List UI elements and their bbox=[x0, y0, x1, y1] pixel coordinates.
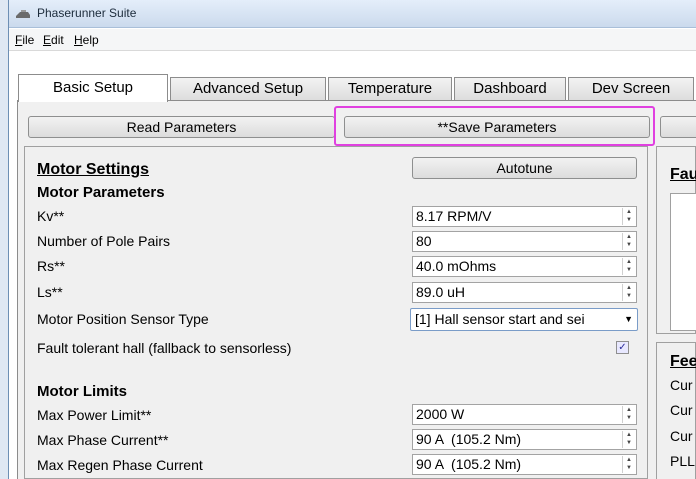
feedback-row: Cur bbox=[670, 377, 693, 393]
kv-label: Kv** bbox=[37, 208, 65, 224]
fault-list[interactable] bbox=[670, 193, 696, 331]
max-phase-field[interactable]: 90 A (105.2 Nm) ▲ ▼ bbox=[412, 429, 637, 450]
max-regen-field[interactable]: 90 A (105.2 Nm) ▲ ▼ bbox=[412, 454, 637, 475]
feedback-row: Cur bbox=[670, 402, 693, 418]
autotune-button[interactable]: Autotune bbox=[412, 157, 637, 179]
ls-spinner-icon[interactable]: ▲ ▼ bbox=[622, 284, 635, 301]
tab-advanced-setup[interactable]: Advanced Setup bbox=[170, 77, 326, 101]
menu-help[interactable]: Help bbox=[74, 33, 99, 47]
max-phase-value: 90 A (105.2 Nm) bbox=[416, 431, 522, 447]
rs-field[interactable]: 40.0 mOhms ▲ ▼ bbox=[412, 256, 637, 277]
title-bar: Phaserunner Suite bbox=[9, 0, 696, 28]
pole-pairs-value: 80 bbox=[416, 233, 432, 249]
fault-heading: Fau bbox=[670, 166, 696, 183]
kv-spinner-icon[interactable]: ▲ ▼ bbox=[622, 208, 635, 225]
max-power-spinner-icon[interactable]: ▲ ▼ bbox=[622, 406, 635, 423]
kv-field[interactable]: 8.17 RPM/V ▲ ▼ bbox=[412, 206, 637, 227]
window-title: Phaserunner Suite bbox=[37, 6, 137, 20]
pole-pairs-label: Number of Pole Pairs bbox=[37, 233, 171, 249]
menu-file[interactable]: File bbox=[15, 33, 34, 47]
motor-parameters-heading: Motor Parameters bbox=[37, 184, 165, 201]
pole-pairs-field[interactable]: 80 ▲ ▼ bbox=[412, 231, 637, 252]
tab-dev-screen[interactable]: Dev Screen bbox=[568, 77, 694, 101]
save-button-highlight bbox=[334, 106, 655, 146]
ls-label: Ls** bbox=[37, 284, 63, 300]
app-icon bbox=[16, 10, 30, 18]
max-power-value: 2000 W bbox=[416, 406, 465, 422]
motor-settings-heading: Motor Settings bbox=[37, 161, 149, 178]
max-regen-value: 90 A (105.2 Nm) bbox=[416, 456, 522, 472]
max-regen-spinner-icon[interactable]: ▲ ▼ bbox=[622, 456, 635, 473]
rs-label: Rs** bbox=[37, 258, 66, 274]
pole-pairs-spinner-icon[interactable]: ▲ ▼ bbox=[622, 233, 635, 250]
fault-tolerant-checkbox[interactable]: ✓ bbox=[616, 341, 629, 354]
sensor-type-label: Motor Position Sensor Type bbox=[37, 311, 209, 327]
read-parameters-button[interactable]: Read Parameters bbox=[28, 116, 335, 138]
menu-edit[interactable]: Edit bbox=[43, 33, 64, 47]
fault-tolerant-label: Fault tolerant hall (fallback to sensorl… bbox=[37, 340, 292, 356]
max-power-field[interactable]: 2000 W ▲ ▼ bbox=[412, 404, 637, 425]
max-phase-label: Max Phase Current** bbox=[37, 432, 169, 448]
ls-field[interactable]: 89.0 uH ▲ ▼ bbox=[412, 282, 637, 303]
feedback-row: PLL bbox=[670, 453, 695, 469]
max-regen-label: Max Regen Phase Current bbox=[37, 457, 203, 473]
max-power-label: Max Power Limit** bbox=[37, 407, 152, 423]
feedback-row: Cur bbox=[670, 428, 693, 444]
rs-value: 40.0 mOhms bbox=[416, 258, 497, 274]
ls-value: 89.0 uH bbox=[416, 284, 466, 300]
sensor-type-value: [1] Hall sensor start and sei bbox=[415, 311, 585, 327]
menu-bar: File Edit Help bbox=[9, 29, 696, 51]
sensor-type-select[interactable]: [1] Hall sensor start and sei ▼ bbox=[410, 308, 638, 331]
tab-temperature[interactable]: Temperature bbox=[328, 77, 452, 101]
extra-button[interactable] bbox=[660, 116, 696, 138]
rs-spinner-icon[interactable]: ▲ ▼ bbox=[622, 258, 635, 275]
motor-limits-heading: Motor Limits bbox=[37, 383, 127, 400]
tab-basic-setup[interactable]: Basic Setup bbox=[18, 74, 168, 102]
kv-value: 8.17 RPM/V bbox=[416, 208, 492, 224]
max-phase-spinner-icon[interactable]: ▲ ▼ bbox=[622, 431, 635, 448]
chevron-down-icon: ▼ bbox=[624, 314, 633, 324]
tab-strip: Basic Setup Advanced Setup Temperature D… bbox=[9, 51, 696, 102]
feedback-heading: Fee bbox=[670, 353, 696, 370]
tab-dashboard[interactable]: Dashboard bbox=[454, 77, 566, 101]
